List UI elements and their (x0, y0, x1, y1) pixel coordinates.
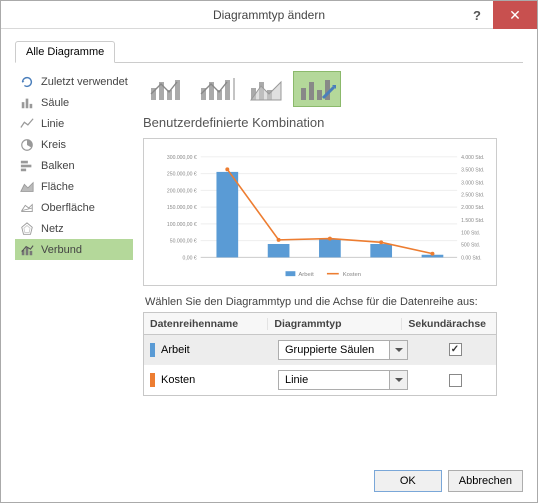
sidebar-item-recent[interactable]: Zuletzt verwendet (15, 71, 133, 92)
combo-thumb-custom[interactable] (293, 71, 341, 107)
sidebar-item-label: Netz (41, 223, 64, 235)
series-row: Kosten Linie (144, 365, 496, 395)
svg-text:Arbeit: Arbeit (298, 272, 314, 278)
svg-text:3.000 Std.: 3.000 Std. (461, 180, 484, 186)
titlebar: Diagrammtyp ändern ? ✕ (1, 1, 537, 29)
help-button[interactable]: ? (463, 1, 491, 29)
sidebar-item-bar[interactable]: Balken (15, 155, 133, 176)
chevron-down-icon (389, 371, 407, 389)
svg-text:4.000 Std.: 4.000 Std. (461, 155, 484, 161)
svg-text:0,00 €: 0,00 € (183, 255, 197, 261)
pie-chart-icon (19, 137, 35, 153)
sidebar-item-combo[interactable]: Verbund (15, 239, 133, 260)
combo-subtitle: Benutzerdefinierte Kombination (143, 115, 523, 130)
series-name: Kosten (161, 374, 195, 386)
sidebar-item-label: Oberfläche (41, 202, 95, 214)
tab-all-charts[interactable]: Alle Diagramme (15, 41, 115, 63)
chart-category-sidebar: Zuletzt verwendet Säule Linie Kreis Balk… (15, 71, 133, 396)
radar-chart-icon (19, 221, 35, 237)
sidebar-item-area[interactable]: Fläche (15, 176, 133, 197)
recent-icon (19, 74, 35, 90)
column-chart-icon (19, 95, 35, 111)
dialog-title: Diagrammtyp ändern (213, 8, 325, 22)
bar-chart-icon (19, 158, 35, 174)
svg-text:100.000,00 €: 100.000,00 € (167, 222, 197, 228)
sidebar-item-label: Kreis (41, 139, 66, 151)
sidebar-item-surface[interactable]: Oberfläche (15, 197, 133, 218)
series-table: Datenreihenname Diagrammtyp Sekundärachs… (143, 312, 497, 396)
sidebar-item-label: Linie (41, 118, 64, 130)
chevron-down-icon (389, 341, 407, 359)
svg-text:2.000 Std.: 2.000 Std. (461, 205, 484, 211)
sidebar-item-radar[interactable]: Netz (15, 218, 133, 239)
series-selector-label: Wählen Sie den Diagrammtyp und die Achse… (145, 296, 523, 308)
close-button[interactable]: ✕ (493, 1, 537, 29)
svg-text:1.500 Std.: 1.500 Std. (461, 218, 484, 224)
combo-thumb-2[interactable] (193, 71, 241, 107)
col-series-name: Datenreihenname (144, 318, 268, 330)
sidebar-item-line[interactable]: Linie (15, 113, 133, 134)
sidebar-item-column[interactable]: Säule (15, 92, 133, 113)
series-row: Arbeit Gruppierte Säulen (144, 335, 496, 365)
series-name: Arbeit (161, 344, 190, 356)
surface-chart-icon (19, 200, 35, 216)
ok-button[interactable]: OK (374, 470, 442, 492)
dropdown-value: Linie (279, 374, 389, 386)
sidebar-item-label: Säule (41, 97, 69, 109)
chart-type-dropdown[interactable]: Linie (278, 370, 408, 390)
svg-text:Kosten: Kosten (343, 272, 361, 278)
chart-preview: 0,00 € 50.000,00 € 100.000,00 € 150.000,… (143, 138, 497, 286)
line-chart-icon (19, 116, 35, 132)
svg-text:300.000,00 €: 300.000,00 € (167, 155, 197, 161)
svg-text:150.000,00 €: 150.000,00 € (167, 205, 197, 211)
tab-label: Alle Diagramme (26, 46, 104, 58)
button-label: OK (400, 475, 416, 487)
chart-type-dropdown[interactable]: Gruppierte Säulen (278, 340, 408, 360)
tabstrip: Alle Diagramme (15, 41, 523, 63)
main-panel: Benutzerdefinierte Kombination (143, 71, 523, 396)
svg-text:200.000,00 €: 200.000,00 € (167, 188, 197, 194)
dropdown-value: Gruppierte Säulen (279, 344, 389, 356)
button-label: Abbrechen (459, 475, 512, 487)
combo-subtype-thumbs (143, 71, 523, 107)
dialog-footer: OK Abbrechen (374, 470, 523, 492)
area-chart-icon (19, 179, 35, 195)
series-table-header: Datenreihenname Diagrammtyp Sekundärachs… (144, 313, 496, 335)
change-chart-type-dialog: Diagrammtyp ändern ? ✕ Alle Diagramme Zu… (0, 0, 538, 503)
col-chart-type: Diagrammtyp (268, 318, 402, 330)
secondary-axis-checkbox[interactable] (449, 343, 462, 356)
sidebar-item-label: Balken (41, 160, 75, 172)
sidebar-item-label: Fläche (41, 181, 74, 193)
svg-text:100 Std.: 100 Std. (461, 231, 480, 237)
svg-text:0.00 Std.: 0.00 Std. (461, 255, 481, 261)
sidebar-item-label: Zuletzt verwendet (41, 76, 128, 88)
svg-text:3.500 Std.: 3.500 Std. (461, 168, 484, 174)
combo-chart-icon (19, 242, 35, 258)
col-secondary-axis: Sekundärachse (402, 318, 496, 330)
sidebar-item-pie[interactable]: Kreis (15, 134, 133, 155)
series-swatch (150, 373, 155, 387)
svg-text:500 Std.: 500 Std. (461, 243, 480, 249)
svg-text:2.500 Std.: 2.500 Std. (461, 192, 484, 198)
svg-text:50.000,00 €: 50.000,00 € (170, 239, 197, 245)
secondary-axis-checkbox[interactable] (449, 374, 462, 387)
sidebar-item-label: Verbund (41, 244, 82, 256)
cancel-button[interactable]: Abbrechen (448, 470, 523, 492)
svg-text:250.000,00 €: 250.000,00 € (167, 172, 197, 178)
combo-thumb-3[interactable] (243, 71, 291, 107)
series-swatch (150, 343, 155, 357)
combo-thumb-1[interactable] (143, 71, 191, 107)
